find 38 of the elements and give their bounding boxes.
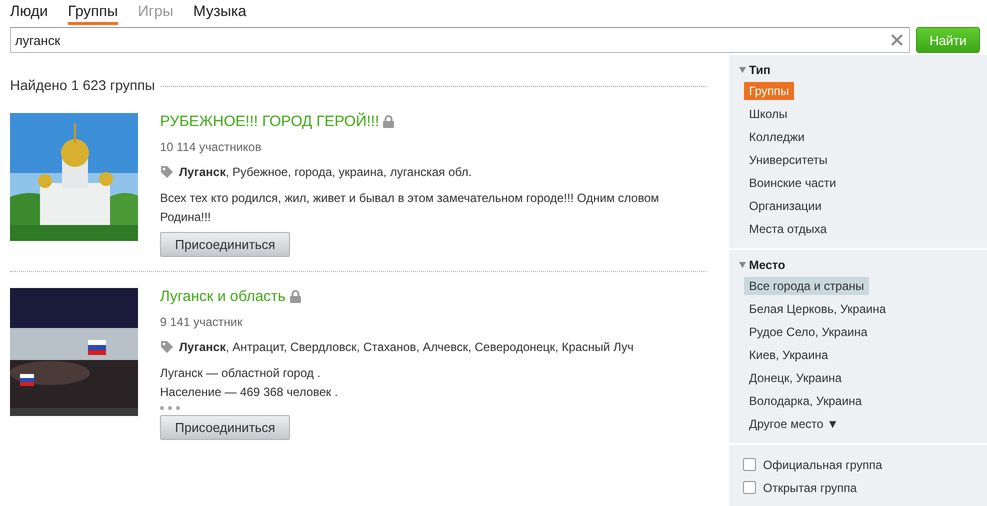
group-description: Население — 469 368 человек . — [160, 384, 338, 401]
clear-icon[interactable] — [891, 34, 903, 46]
filter-item[interactable]: Организации — [744, 196, 827, 214]
checkbox-label: Открытая группа — [763, 480, 857, 494]
more-places-link[interactable]: Другое место ▼ — [744, 414, 844, 432]
checkbox-label: Официальная группа — [763, 458, 882, 472]
tab[interactable]: Люди — [10, 3, 48, 22]
filter-item[interactable]: Университеты — [744, 150, 832, 168]
section-title: Место — [749, 258, 786, 272]
checkbox[interactable] — [743, 481, 756, 494]
filter-item[interactable]: Воинские части — [744, 174, 842, 192]
tab[interactable]: Музыка — [193, 3, 246, 22]
tag-icon — [160, 340, 174, 354]
tag-icon — [160, 165, 174, 179]
group-description: Всех тех кто родился, жил, живет и бывал в этом замечательном городе!!! Одним словом Родина!!! — [160, 190, 660, 226]
filter-item[interactable]: Школы — [744, 104, 792, 122]
filter-item[interactable]: Донецк, Украина — [744, 368, 847, 386]
member-count: 10 114 участников — [160, 140, 262, 154]
join-button[interactable]: Присоединиться — [160, 415, 290, 440]
checkbox[interactable] — [743, 458, 756, 471]
filter-item[interactable]: Колледжи — [744, 128, 810, 146]
results-heading: Найдено 1 623 группы — [10, 77, 155, 93]
caret-icon[interactable] — [739, 67, 746, 73]
search-field[interactable]: луганск — [10, 27, 910, 53]
filter-item[interactable]: Киев, Украина — [744, 346, 834, 364]
tag-list: Луганск, Антрацит, Свердловск, Стаханов, Алчевск, Северодонецк, Красный Луч — [179, 340, 634, 354]
tag-list: Луганск, Рубежное, города, украина, луганская обл. — [179, 165, 472, 179]
member-count: 9 141 участник — [160, 315, 242, 329]
filter-item[interactable]: Рудое Село, Украина — [744, 322, 872, 340]
filter-item[interactable]: Места отдыха — [744, 220, 832, 238]
filter-item[interactable]: Володарка, Украина — [744, 392, 867, 410]
filter-item[interactable]: Все города и страны — [744, 276, 870, 294]
section-title: Тип — [749, 63, 770, 77]
filter-item[interactable]: Белая Церковь, Украина — [744, 300, 891, 318]
join-button[interactable]: Присоединиться — [160, 232, 290, 257]
more-dots-icon[interactable] — [160, 406, 180, 410]
caret-icon[interactable] — [739, 262, 746, 268]
group-description: Луганск — областной город . — [160, 365, 322, 382]
